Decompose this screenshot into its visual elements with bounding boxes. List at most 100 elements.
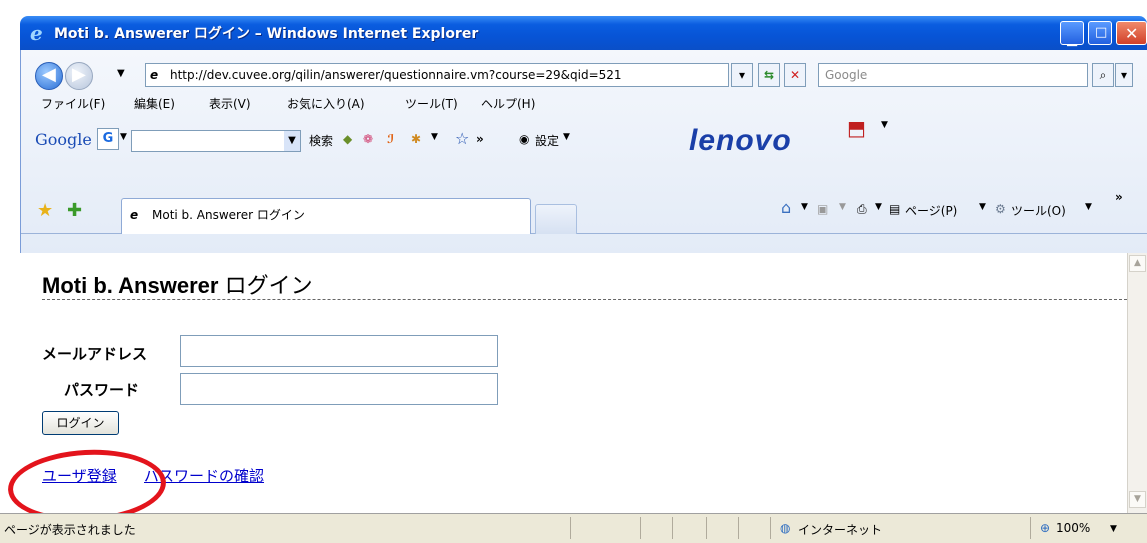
feeds-dropdown-icon[interactable]: ▼ — [839, 202, 846, 212]
forward-button[interactable]: ▶ — [65, 62, 93, 90]
google-logo: Google — [35, 130, 92, 149]
search-button[interactable]: ⌕ — [1092, 63, 1114, 87]
toolbar-button-icon-3[interactable]: ℐ — [387, 132, 394, 146]
minimize-button[interactable]: ▁ — [1060, 21, 1084, 47]
lenovo-logo: lenovo — [689, 124, 792, 157]
search-icon: ⌕ — [1099, 68, 1107, 82]
status-message: ページが表示されました — [4, 523, 136, 537]
settings-radio-icon: ◉ — [519, 132, 530, 146]
toolbar-button-icon-1[interactable]: ◆ — [343, 132, 352, 146]
menu-bar: ファイル(F) 編集(E) 表示(V) お気に入り(A) ツール(T) ヘルプ(… — [21, 92, 1147, 116]
pdf-dropdown-icon[interactable]: ▼ — [881, 120, 888, 130]
feeds-icon[interactable]: ▣ — [817, 202, 828, 216]
print-icon[interactable]: ⎙ — [857, 202, 867, 217]
tools-dropdown-icon[interactable]: ▼ — [1085, 202, 1092, 212]
window-title: Moti b. Answerer ログイン – Windows Internet… — [54, 26, 479, 42]
ie-logo-icon: e — [30, 21, 43, 45]
google-g-dropdown-icon[interactable]: ▼ — [120, 132, 127, 142]
settings-dropdown-icon[interactable]: ▼ — [563, 132, 570, 142]
history-dropdown-icon[interactable]: ▼ — [117, 68, 125, 79]
google-search-dropdown-icon[interactable]: ▼ — [284, 131, 300, 151]
new-tab-button[interactable] — [535, 204, 577, 234]
page-title-app: Moti b. Answerer — [42, 273, 219, 298]
favorites-star-icon[interactable]: ★ — [37, 200, 53, 221]
browser-chrome: ◀ ▶ ▼ e http://dev.cuvee.org/qilin/answe… — [20, 50, 1147, 253]
url-text: http://dev.cuvee.org/qilin/answerer/ques… — [170, 68, 622, 82]
window-titlebar: e Moti b. Answerer ログイン – Windows Intern… — [20, 16, 1147, 50]
vertical-scrollbar[interactable]: ▲ ▼ — [1127, 253, 1147, 513]
page-title: Moti b. Answerer ログイン — [42, 268, 313, 300]
page-icon: e — [150, 68, 159, 82]
forward-arrow-icon: ▶ — [72, 64, 86, 85]
search-placeholder: Google — [825, 68, 868, 82]
security-zone: インターネット — [798, 523, 883, 537]
address-dropdown-button[interactable]: ▾ — [731, 63, 753, 87]
register-link[interactable]: ユーザ登録 — [42, 465, 117, 486]
page-content: Moti b. Answerer ログイン メールアドレス パスワード ログイン… — [20, 253, 1127, 513]
page-dropdown-icon[interactable]: ▼ — [979, 202, 986, 212]
toolbar-dropdown-icon[interactable]: ▼ — [431, 132, 438, 142]
back-arrow-icon: ◀ — [42, 64, 56, 85]
stop-button[interactable]: ✕ — [784, 63, 806, 87]
print-dropdown-icon[interactable]: ▼ — [875, 202, 882, 212]
scroll-up-icon[interactable]: ▲ — [1129, 255, 1146, 272]
more-commands-icon[interactable]: » — [1115, 190, 1123, 204]
page-menu-icon: ▤ — [889, 202, 901, 216]
tools-menu[interactable]: ツール(O) — [1011, 202, 1066, 219]
tools-gear-icon: ⚙ — [995, 202, 1006, 216]
login-button[interactable]: ログイン — [42, 411, 119, 435]
toolbar-button-icon-2[interactable]: ❁ — [363, 132, 373, 146]
status-separator — [672, 517, 673, 539]
menu-favorites[interactable]: お気に入り(A) — [287, 92, 365, 116]
status-separator — [738, 517, 739, 539]
close-button[interactable]: ✕ — [1116, 21, 1147, 45]
menu-tools[interactable]: ツール(T) — [405, 92, 458, 116]
tab-label: Moti b. Answerer ログイン — [152, 208, 305, 222]
status-separator — [770, 517, 771, 539]
address-bar[interactable]: e http://dev.cuvee.org/qilin/answerer/qu… — [145, 63, 729, 87]
tab-active[interactable]: e Moti b. Answerer ログイン — [121, 198, 531, 234]
add-favorites-icon[interactable]: ✚ — [67, 200, 82, 221]
zoom-dropdown-icon[interactable]: ▼ — [1110, 524, 1117, 534]
more-chevron-icon[interactable]: » — [476, 132, 484, 146]
status-separator — [1030, 517, 1031, 539]
zoom-level[interactable]: 100% — [1056, 521, 1090, 535]
status-separator — [640, 517, 641, 539]
address-row: ◀ ▶ ▼ e http://dev.cuvee.org/qilin/answe… — [21, 58, 1147, 90]
password-field[interactable] — [180, 373, 498, 405]
tab-page-icon: e — [130, 208, 139, 222]
status-separator — [706, 517, 707, 539]
email-field[interactable] — [180, 335, 498, 367]
bookmark-star-icon[interactable]: ☆ — [455, 129, 469, 148]
status-separator — [570, 517, 571, 539]
google-search-input[interactable]: ▼ — [131, 130, 301, 152]
google-g-button[interactable]: G — [97, 128, 119, 150]
search-input[interactable]: Google — [818, 63, 1088, 87]
google-search-button[interactable]: 検索 — [309, 132, 333, 149]
menu-edit[interactable]: 編集(E) — [134, 92, 175, 116]
back-button[interactable]: ◀ — [35, 62, 63, 90]
status-bar: ページが表示されました ◍ インターネット ⊕ 100% ▼ — [0, 513, 1147, 543]
internet-globe-icon: ◍ — [780, 521, 791, 535]
scroll-down-icon[interactable]: ▼ — [1129, 491, 1146, 508]
home-icon[interactable]: ⌂ — [781, 198, 791, 217]
zoom-icon: ⊕ — [1040, 521, 1051, 535]
password-confirm-link[interactable]: パスワードの確認 — [144, 465, 264, 486]
refresh-button[interactable]: ⇆ — [758, 63, 780, 87]
page-title-login: ログイン — [224, 273, 313, 298]
password-label: パスワード — [64, 381, 140, 399]
google-toolbar: Google G ▼ ▼ 検索 ◆ ❁ ℐ ✱ ▼ ☆ » ◉ 設定 ▼ len… — [21, 116, 1147, 160]
home-dropdown-icon[interactable]: ▼ — [801, 202, 808, 212]
title-divider — [42, 299, 1127, 300]
settings-button[interactable]: 設定 — [535, 132, 559, 149]
menu-help[interactable]: ヘルプ(H) — [481, 92, 535, 116]
email-label: メールアドレス — [42, 345, 148, 363]
menu-view[interactable]: 表示(V) — [209, 92, 251, 116]
tab-bar: ★ ✚ e Moti b. Answerer ログイン ⌂ ▼ ▣ ▼ ⎙ ▼ … — [21, 190, 1147, 234]
pdf-icon[interactable]: ⬒ — [847, 116, 866, 140]
menu-file[interactable]: ファイル(F) — [41, 92, 105, 116]
toolbar-button-icon-4[interactable]: ✱ — [411, 132, 421, 146]
page-menu[interactable]: ページ(P) — [905, 202, 957, 219]
search-options-button[interactable]: ▾ — [1115, 63, 1133, 87]
maximize-button[interactable]: □ — [1088, 21, 1112, 45]
